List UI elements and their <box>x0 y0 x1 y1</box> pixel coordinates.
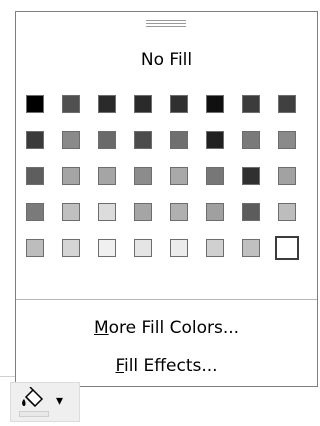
color-swatch[interactable] <box>170 203 188 221</box>
color-swatch[interactable] <box>62 131 80 149</box>
color-swatch[interactable] <box>278 131 296 149</box>
color-swatch[interactable] <box>62 203 80 221</box>
down-arrow-icon[interactable]: ▾ <box>56 393 63 409</box>
color-swatch[interactable] <box>26 203 44 221</box>
color-swatch[interactable] <box>242 203 260 221</box>
toolbar-border <box>0 376 15 377</box>
color-swatch[interactable] <box>62 167 80 185</box>
color-swatch[interactable] <box>98 239 116 257</box>
color-swatch[interactable] <box>170 167 188 185</box>
fill-effects-label: Fill Effects... <box>115 356 218 376</box>
color-swatch[interactable] <box>206 131 224 149</box>
color-swatch[interactable] <box>98 167 116 185</box>
color-swatch[interactable] <box>278 167 296 185</box>
fill-effects-option[interactable]: Fill Effects... <box>16 356 317 376</box>
color-swatch[interactable] <box>206 95 224 113</box>
color-swatch[interactable] <box>134 131 152 149</box>
drag-grip[interactable] <box>16 12 317 34</box>
color-swatch[interactable] <box>62 239 80 257</box>
color-swatch[interactable] <box>26 167 44 185</box>
color-swatch[interactable] <box>242 131 260 149</box>
current-fill-color-bar <box>19 411 49 417</box>
menu-separator <box>16 299 317 300</box>
color-swatch[interactable] <box>26 131 44 149</box>
color-swatch[interactable] <box>62 95 80 113</box>
fill-color-button[interactable]: ▾ <box>10 382 80 422</box>
color-swatch[interactable] <box>242 167 260 185</box>
color-swatch[interactable] <box>98 203 116 221</box>
color-swatch[interactable] <box>242 239 260 257</box>
color-swatch[interactable] <box>278 203 296 221</box>
color-swatch[interactable] <box>98 131 116 149</box>
color-swatch[interactable] <box>170 95 188 113</box>
fill-color-dropdown: No Fill More Fill Colors... Fill Effects… <box>15 11 318 387</box>
color-swatch[interactable] <box>134 95 152 113</box>
color-swatch[interactable] <box>98 95 116 113</box>
color-swatch[interactable] <box>26 239 44 257</box>
more-fill-colors-label: More Fill Colors... <box>93 318 240 338</box>
color-swatch[interactable] <box>242 95 260 113</box>
no-fill-option[interactable]: No Fill <box>16 50 317 70</box>
paint-bucket-icon <box>22 387 44 408</box>
color-swatch[interactable] <box>206 167 224 185</box>
color-swatch[interactable] <box>206 203 224 221</box>
color-swatch[interactable] <box>275 236 299 260</box>
color-swatch[interactable] <box>170 131 188 149</box>
color-swatch[interactable] <box>206 239 224 257</box>
color-swatch[interactable] <box>170 239 188 257</box>
color-swatch[interactable] <box>134 167 152 185</box>
color-swatch[interactable] <box>134 203 152 221</box>
color-swatch[interactable] <box>278 95 296 113</box>
more-fill-colors-option[interactable]: More Fill Colors... <box>16 318 317 338</box>
color-swatch[interactable] <box>26 95 44 113</box>
color-swatch[interactable] <box>134 239 152 257</box>
